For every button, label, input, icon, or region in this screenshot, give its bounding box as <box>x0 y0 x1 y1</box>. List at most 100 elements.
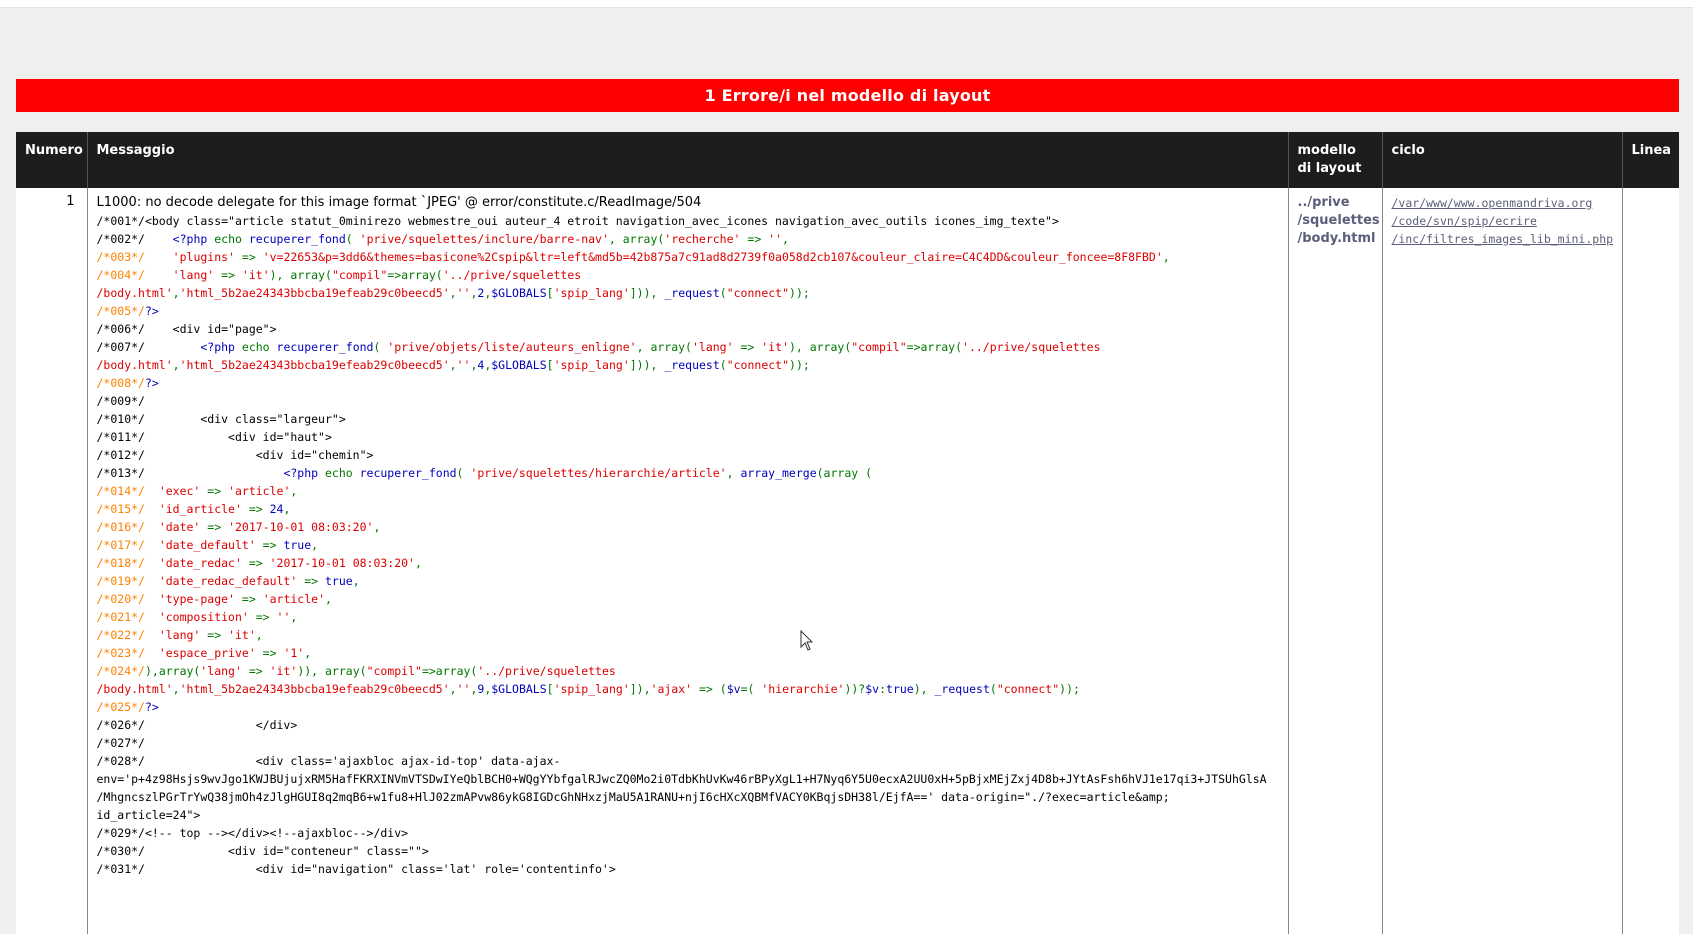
code-token: , <box>449 358 457 372</box>
code-token: /*025*/ <box>96 700 145 714</box>
code-token: , <box>449 682 457 696</box>
code-token: /*003*/ <box>96 250 173 264</box>
code-token: /*016*/ <box>96 520 159 534</box>
code-token: , <box>415 556 422 570</box>
code-line: /*018*/ 'date_redac' => '2017-10-01 08:0… <box>97 554 1280 572</box>
code-token: , <box>304 646 312 660</box>
code-token: 'it' <box>241 268 270 282</box>
code-token: /*004*/ <box>96 268 173 282</box>
code-token: 'lang' <box>691 340 734 354</box>
code-token: echo <box>324 466 360 480</box>
code-token: <?php <box>172 232 215 246</box>
code-line: /*014*/ 'exec' => 'article', <box>97 482 1280 500</box>
code-token: ( <box>719 358 727 372</box>
message-cell: L1000: no decode delegate for this image… <box>87 188 1289 934</box>
template-path-line: /squelettes <box>1297 213 1380 228</box>
code-token: /body.html' <box>96 682 173 696</box>
code-token: , <box>290 610 298 624</box>
code-token: 'type-page' <box>158 592 235 606</box>
code-token: '2017-10-01 08:03:20' <box>269 556 416 570</box>
code-token: ?> <box>144 304 159 318</box>
header-numero: Numero <box>16 132 88 188</box>
code-line: /*020*/ 'type-page' => 'article', <box>97 590 1280 608</box>
code-token: )), array( <box>297 664 367 678</box>
code-line: /*013*/ <?php echo recuperer_fond( 'priv… <box>97 464 1280 482</box>
code-token: /*002*/ <box>96 232 173 246</box>
code-line: /MhgncszlPGrTrYwQ38jmOh4zJlgHGUI8q2mqB6+… <box>97 788 1280 806</box>
code-token: (array ( <box>816 466 873 480</box>
code-line: /*004*/ 'lang' => 'it'), array("compil"=… <box>97 266 1280 284</box>
code-token: /*010*/ <div class="largeur"> <box>96 412 346 426</box>
code-token: /*009*/ <box>96 394 145 408</box>
code-token: 'lang' <box>158 628 201 642</box>
loop-file-link[interactable]: /inc/filtres_images_lib_mini.php <box>1392 230 1614 248</box>
code-token: '../prive/squelettes <box>477 664 616 678</box>
code-token: ( <box>456 466 471 480</box>
code-token: 'lang' <box>200 664 242 678</box>
code-line: /body.html','html_5b2ae24343bbcba19efeab… <box>97 284 1280 302</box>
code-token: 'plugins' <box>172 250 235 264</box>
code-token: /*015*/ <box>96 502 159 516</box>
code-line: /*028*/ <div class='ajaxbloc ajax-id-top… <box>97 752 1280 770</box>
code-token: $v <box>726 682 741 696</box>
code-token: =>array( <box>906 340 963 354</box>
code-token: )); <box>789 358 810 372</box>
code-token: '../prive/squelettes <box>442 268 582 282</box>
code-token: => <box>214 268 242 282</box>
code-listing: /*001*/<body class="article statut_0mini… <box>97 212 1280 878</box>
header-modello: modello di layout <box>1288 132 1383 188</box>
code-line: /*001*/<body class="article statut_0mini… <box>97 212 1280 230</box>
code-token: ?> <box>144 700 159 714</box>
code-token: _request <box>664 286 720 300</box>
table-row: 1 L1000: no decode delegate for this ima… <box>16 188 1679 934</box>
table-header-row: Numero Messaggio modello di layout ciclo… <box>16 132 1679 188</box>
code-token: )); <box>789 286 810 300</box>
code-token: /*020*/ <box>96 592 159 606</box>
code-token: 'prive/squelettes/inclure/barre-nav' <box>359 232 609 246</box>
code-token: /body.html' <box>96 286 173 300</box>
code-line: env='p+4z98Hsjs9wvJgo1KWJBUjujxRM5HafFKR… <box>97 770 1280 788</box>
code-token: 'html_5b2ae24343bbcba19efeab29c0beecd5' <box>179 358 450 372</box>
code-token: '1' <box>283 646 305 660</box>
code-line: /*026*/ </div> <box>97 716 1280 734</box>
code-token: $GLOBALS <box>491 286 547 300</box>
code-token: $v <box>865 682 880 696</box>
code-line: /*008*/?> <box>97 374 1280 392</box>
code-token: recuperer_fond <box>359 466 457 480</box>
code-token: , <box>255 628 263 642</box>
code-token: /*013*/ <box>96 466 284 480</box>
loop-file-link[interactable]: /var/www/www.openmandriva.org <box>1392 194 1614 212</box>
code-token: "connect" <box>726 358 790 372</box>
code-token: /*001*/<body class="article statut_0mini… <box>96 214 1059 228</box>
code-token: '2017-10-01 08:03:20' <box>228 520 374 534</box>
code-token: [ <box>546 286 554 300</box>
code-token: 'hierarchie' <box>761 682 845 696</box>
template-path-line: ../prive <box>1297 195 1350 210</box>
code-token: 'it' <box>761 340 789 354</box>
code-token: recuperer_fond <box>276 340 374 354</box>
code-token: 'prive/objets/liste/auteurs_enligne' <box>387 340 637 354</box>
code-token: /*014*/ <box>96 484 159 498</box>
code-token: 'spip_lang' <box>553 358 630 372</box>
code-token: 'article' <box>262 592 325 606</box>
code-token: =>array( <box>387 268 443 282</box>
code-token: true <box>886 682 914 696</box>
code-token: ])), <box>629 286 665 300</box>
code-token: => <box>234 592 263 606</box>
code-token: => <box>297 574 325 588</box>
code-token: '' <box>456 682 471 696</box>
code-token: , <box>325 592 332 606</box>
code-token: , <box>1162 250 1170 264</box>
code-line: /body.html','html_5b2ae24343bbcba19efeab… <box>97 356 1280 374</box>
code-line: /*022*/ 'lang' => 'it', <box>97 626 1280 644</box>
mouse-pointer-icon <box>800 630 814 651</box>
header-ciclo: ciclo <box>1382 132 1623 188</box>
code-token: "connect" <box>996 682 1060 696</box>
code-token: ), array( <box>788 340 852 354</box>
loop-file-link[interactable]: /code/svn/spip/ecrire <box>1392 212 1614 230</box>
code-token: 'id_article' <box>158 502 242 516</box>
code-line: /*017*/ 'date_default' => true, <box>97 536 1280 554</box>
code-token: => <box>248 610 277 624</box>
browser-top-strip <box>0 0 1693 8</box>
code-token: /*008*/ <box>96 376 145 390</box>
